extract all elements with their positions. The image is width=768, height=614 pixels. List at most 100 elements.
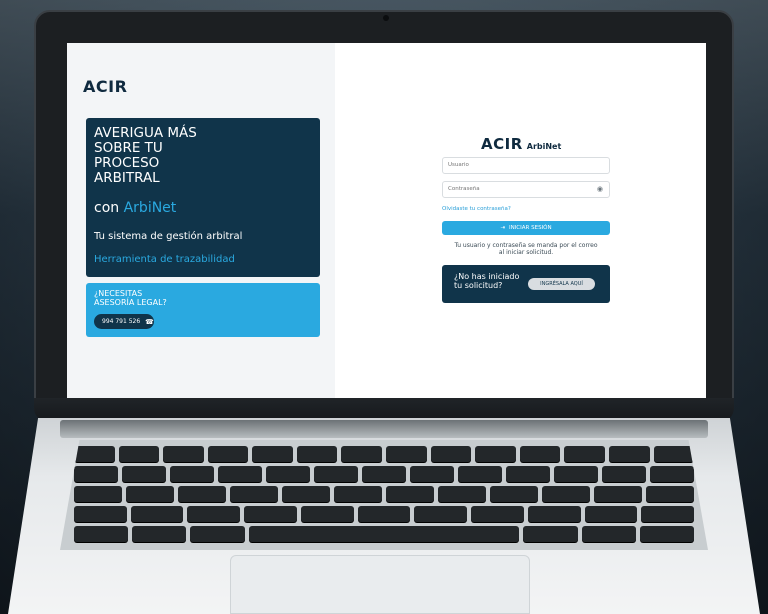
key — [506, 466, 550, 482]
promo-subtitle: Tu sistema de gestión arbitral — [94, 231, 243, 242]
key — [542, 486, 590, 502]
login-button-label: INICIAR SESIÓN — [508, 225, 552, 231]
key-row — [74, 526, 695, 542]
key — [362, 466, 406, 482]
key — [523, 526, 578, 542]
phone-number: 994 791 526 — [102, 318, 141, 325]
login-note-line: al iniciar solicitud. — [498, 249, 554, 256]
key — [650, 466, 694, 482]
start-request-card: ¿No has iniciado tu solicitud? INGRÉSALA… — [442, 265, 610, 303]
trackpad — [230, 555, 530, 614]
key — [341, 446, 383, 462]
key — [594, 486, 642, 502]
cta-text-line: tu solicitud? — [454, 281, 503, 290]
key — [296, 446, 338, 462]
key — [244, 506, 297, 522]
cta-text-line: ¿No has iniciado — [454, 272, 520, 281]
key — [207, 446, 249, 462]
promo-card: AVERIGUA MÁS SOBRE TU PROCESO ARBITRAL c… — [86, 118, 320, 277]
key — [430, 446, 472, 462]
promo-title-line: PROCESO — [94, 155, 160, 171]
key — [163, 446, 204, 462]
promo-title: AVERIGUA MÁS SOBRE TU PROCESO ARBITRAL — [94, 126, 254, 186]
key — [132, 526, 187, 542]
key — [357, 506, 411, 522]
key — [74, 446, 115, 462]
promo-title-line: SOBRE TU — [94, 140, 163, 156]
laptop-hinge — [60, 420, 708, 438]
enter-here-button[interactable]: INGRÉSALA AQUÍ — [528, 278, 595, 290]
key — [74, 466, 118, 482]
key — [471, 506, 524, 522]
key — [230, 486, 278, 502]
key — [314, 466, 358, 482]
key-row — [74, 446, 695, 462]
key — [458, 466, 502, 482]
help-title: ¿NECESITAS ASESORÍA LEGAL? — [94, 289, 214, 307]
key — [581, 526, 636, 542]
acir-logo: ACIR — [481, 135, 523, 153]
help-title-line: ASESORÍA LEGAL? — [94, 298, 167, 307]
key — [639, 526, 695, 542]
camera-dot — [383, 15, 389, 21]
key — [527, 506, 581, 522]
key — [438, 486, 486, 502]
key-row — [74, 486, 694, 502]
legal-help-card: ¿NECESITAS ASESORÍA LEGAL? 994 791 526 ☎ — [86, 283, 320, 337]
login-note-line: Tu usuario y contraseña se manda por el … — [454, 242, 598, 249]
acir-logo: ACIR — [83, 77, 128, 96]
password-field[interactable]: ◉ — [442, 181, 610, 198]
arbinet-label: ArbiNet — [526, 142, 562, 151]
key — [386, 446, 427, 462]
promo-title-line: ARBITRAL — [94, 170, 160, 186]
key — [653, 446, 695, 462]
key — [490, 486, 538, 502]
key — [178, 486, 226, 502]
key — [608, 446, 650, 462]
cta-text: ¿No has iniciado tu solicitud? — [454, 272, 524, 290]
promo-con: con ArbiNet — [94, 200, 176, 216]
password-input[interactable] — [448, 186, 598, 192]
key — [282, 486, 330, 502]
promo-con-prefix: con — [94, 200, 120, 216]
traceability-link[interactable]: Herramienta de trazabilidad — [94, 254, 235, 265]
login-brand: ACIR ArbiNet — [481, 135, 581, 153]
key — [218, 466, 262, 482]
phone-icon: ☎ — [145, 317, 154, 326]
key — [190, 526, 245, 542]
phone-button[interactable]: 994 791 526 ☎ — [94, 314, 154, 329]
login-icon: ⇥ — [500, 225, 505, 231]
key — [334, 486, 382, 502]
key — [414, 506, 468, 522]
key — [300, 506, 354, 522]
forgot-password-link[interactable]: Olvidaste tu contraseña? — [442, 206, 511, 212]
key-row — [74, 466, 694, 482]
key — [187, 506, 241, 522]
key — [266, 466, 310, 482]
keyboard — [60, 440, 708, 550]
help-title-line: ¿NECESITAS — [94, 289, 143, 298]
key — [519, 446, 561, 462]
login-button[interactable]: ⇥ INICIAR SESIÓN — [442, 221, 610, 235]
key-row — [74, 506, 695, 522]
promo-title-line: AVERIGUA MÁS — [94, 125, 197, 141]
key — [564, 446, 605, 462]
key — [74, 506, 127, 522]
key — [475, 446, 516, 462]
key — [74, 526, 129, 542]
username-input[interactable] — [448, 162, 598, 168]
left-panel: ACIR AVERIGUA MÁS SOBRE TU PROCESO ARBIT… — [67, 43, 335, 398]
key — [646, 486, 694, 502]
login-note: Tu usuario y contraseña se manda por el … — [442, 242, 610, 256]
key — [170, 466, 214, 482]
username-field[interactable] — [442, 157, 610, 174]
promo-con-accent: ArbiNet — [123, 200, 177, 216]
key — [410, 466, 454, 482]
key — [386, 486, 434, 502]
key — [584, 506, 638, 522]
eye-off-icon[interactable]: ◉ — [597, 185, 603, 193]
laptop-screen: ACIR AVERIGUA MÁS SOBRE TU PROCESO ARBIT… — [67, 43, 706, 398]
key — [122, 466, 166, 482]
key — [130, 506, 184, 522]
key — [602, 466, 646, 482]
